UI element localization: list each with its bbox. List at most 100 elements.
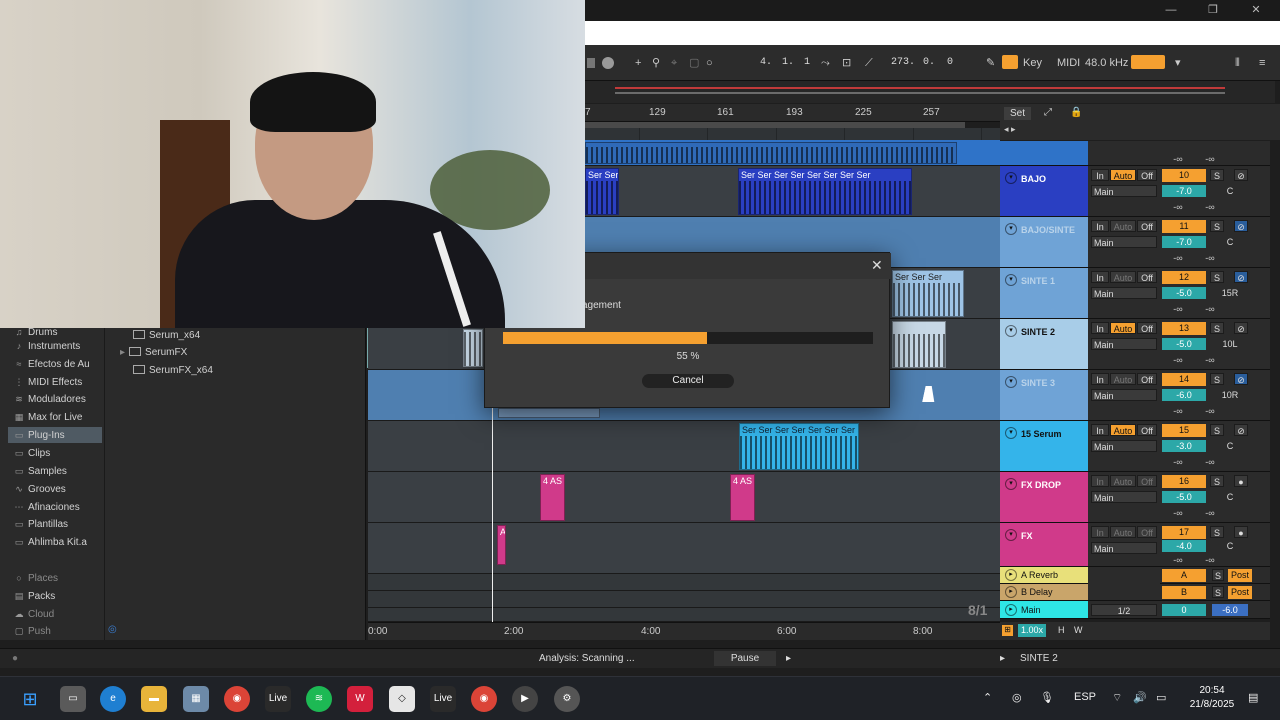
- return-activator[interactable]: A: [1162, 569, 1206, 582]
- tray-app-icon[interactable]: ◎: [1012, 691, 1022, 704]
- in-button[interactable]: In: [1091, 169, 1109, 181]
- minimize-button[interactable]: —: [1150, 0, 1192, 21]
- h-button[interactable]: H: [1058, 625, 1065, 635]
- output-select[interactable]: Main: [1091, 338, 1157, 350]
- fold-icon[interactable]: ▾: [1005, 529, 1017, 541]
- track-name[interactable]: 15 Serum: [1021, 429, 1062, 439]
- arm-icon[interactable]: ⊘: [1234, 271, 1248, 283]
- return-header-a[interactable]: ▸ A Reverb: [1000, 567, 1088, 584]
- stop-icon[interactable]: [587, 58, 595, 68]
- browser-file-serumfx-x64[interactable]: SerumFX_x64: [133, 363, 213, 379]
- fold-icon[interactable]: ▾: [1005, 223, 1017, 235]
- return-header-b[interactable]: ▸ B Delay: [1000, 584, 1088, 601]
- track-name[interactable]: BAJO/SINTE: [1021, 225, 1075, 235]
- track-lane-15-serum[interactable]: Ser Ser Ser Ser Ser Ser Ser: [368, 421, 1000, 472]
- fold-icon[interactable]: ▾: [1005, 478, 1017, 490]
- auto-button[interactable]: Auto: [1110, 169, 1136, 181]
- main-cue-field[interactable]: -6.0: [1212, 604, 1248, 616]
- in-button[interactable]: In: [1091, 271, 1109, 283]
- clip[interactable]: 4 AS: [540, 474, 565, 521]
- taskbar-clock[interactable]: 20:54 21/8/2025: [1184, 684, 1240, 712]
- output-select[interactable]: Main: [1091, 236, 1157, 248]
- automation-icon[interactable]: ⟋: [865, 56, 873, 70]
- return-lane-b[interactable]: [368, 591, 1000, 608]
- time-ruler[interactable]: 0:00 2:00 4:00 6:00 8:00: [368, 622, 1000, 640]
- task-view-icon[interactable]: ▭: [60, 686, 86, 712]
- in-button[interactable]: In: [1091, 424, 1109, 436]
- key-map-label[interactable]: Key: [1023, 56, 1042, 70]
- track-activator[interactable]: 16: [1162, 475, 1206, 488]
- main-output-select[interactable]: 1/2: [1091, 604, 1157, 616]
- play-icon[interactable]: ▸: [1005, 604, 1017, 616]
- track-activator[interactable]: 17: [1162, 526, 1206, 539]
- media-player-icon[interactable]: ▶: [512, 686, 538, 712]
- close-window-button[interactable]: ✕: [1235, 0, 1277, 21]
- solo-button[interactable]: S: [1210, 526, 1224, 538]
- end-bars[interactable]: 273.: [891, 56, 915, 70]
- volume-field[interactable]: -5.0: [1162, 491, 1206, 503]
- clip[interactable]: Ser Ser: [585, 168, 619, 215]
- track-header-fx-drop[interactable]: ▾ FX DROP: [1000, 472, 1088, 523]
- play-status-icon[interactable]: ▸: [1000, 653, 1005, 664]
- arm-dot-icon[interactable]: ●: [1234, 475, 1248, 487]
- bar-ruler[interactable]: 7 129 161 193 225 257: [585, 104, 1000, 122]
- solo-button[interactable]: S: [1210, 322, 1224, 334]
- volume-field[interactable]: -5.0: [1162, 287, 1206, 299]
- link-icon[interactable]: ⚲: [652, 56, 660, 70]
- clip[interactable]: Ser Ser Ser Ser Ser Ser Ser: [739, 423, 859, 470]
- output-select[interactable]: Main: [1091, 491, 1157, 503]
- auto-button[interactable]: Auto: [1110, 475, 1136, 487]
- auto-button[interactable]: Auto: [1110, 271, 1136, 283]
- pan-field[interactable]: C: [1212, 540, 1248, 552]
- playhead[interactable]: [492, 406, 493, 622]
- track-name[interactable]: SINTE 2: [1021, 327, 1055, 337]
- track-header-sinte-1[interactable]: ▾ SINTE 1: [1000, 268, 1088, 319]
- off-button[interactable]: Off: [1137, 373, 1157, 385]
- chrome-icon[interactable]: ◉: [224, 686, 250, 712]
- draw-icon[interactable]: ✎: [986, 56, 995, 70]
- post-button[interactable]: Post: [1228, 586, 1252, 599]
- volume-field[interactable]: -5.0: [1162, 338, 1206, 350]
- photos-icon[interactable]: ▦: [183, 686, 209, 712]
- output-select[interactable]: Main: [1091, 440, 1157, 452]
- punch-icon[interactable]: ⊡: [842, 56, 851, 70]
- clip[interactable]: A: [497, 525, 506, 565]
- auto-button[interactable]: Auto: [1110, 322, 1136, 334]
- zoom-field[interactable]: 1.00x: [1018, 624, 1046, 637]
- arm-dot-icon[interactable]: ●: [1234, 526, 1248, 538]
- arm-icon[interactable]: ⊘: [1234, 322, 1248, 334]
- solo-button[interactable]: S: [1210, 475, 1224, 487]
- in-button[interactable]: In: [1091, 220, 1109, 232]
- file-explorer-icon[interactable]: ▬: [141, 686, 167, 712]
- browser-cat-max-for-live[interactable]: ▦ Max for Live: [14, 409, 83, 425]
- output-select[interactable]: Main: [1091, 542, 1157, 554]
- browser-cat-clips[interactable]: ▭ Clips: [14, 445, 51, 461]
- browser-cat-samples[interactable]: ▭ Samples: [14, 463, 67, 479]
- solo-button[interactable]: S: [1210, 271, 1224, 283]
- volume-field[interactable]: -7.0: [1162, 185, 1206, 197]
- track-activator[interactable]: 15: [1162, 424, 1206, 437]
- return-lane-a[interactable]: [368, 574, 1000, 591]
- fold-icon[interactable]: ▾: [1005, 376, 1017, 388]
- volume-field[interactable]: -7.0: [1162, 236, 1206, 248]
- off-button[interactable]: Off: [1137, 475, 1157, 487]
- arm-icon[interactable]: ⊘: [1234, 169, 1248, 181]
- fold-icon[interactable]: ▾: [1005, 427, 1017, 439]
- pan-field[interactable]: C: [1212, 236, 1248, 248]
- browser-cat-audio-effects[interactable]: ≈ Efectos de Au: [14, 356, 90, 372]
- arm-icon[interactable]: ⊘: [1234, 373, 1248, 385]
- track-name[interactable]: FX: [1021, 531, 1033, 541]
- follow-icon[interactable]: ⤳: [821, 56, 830, 70]
- track-lane-fx[interactable]: A: [368, 523, 1000, 574]
- off-button[interactable]: Off: [1137, 322, 1157, 334]
- track-header-fx[interactable]: ▾ FX: [1000, 523, 1088, 567]
- auto-button[interactable]: Auto: [1110, 220, 1136, 232]
- in-button[interactable]: In: [1091, 322, 1109, 334]
- cancel-button[interactable]: Cancel: [642, 374, 734, 388]
- metronome-circle-icon[interactable]: ○: [706, 56, 713, 70]
- add-icon[interactable]: +: [635, 56, 641, 70]
- solo-button[interactable]: S: [1210, 373, 1224, 385]
- edge-browser-icon[interactable]: e: [100, 686, 126, 712]
- expand-arrow-icon[interactable]: ▸: [120, 347, 125, 358]
- battery-icon[interactable]: ▭: [1156, 691, 1166, 704]
